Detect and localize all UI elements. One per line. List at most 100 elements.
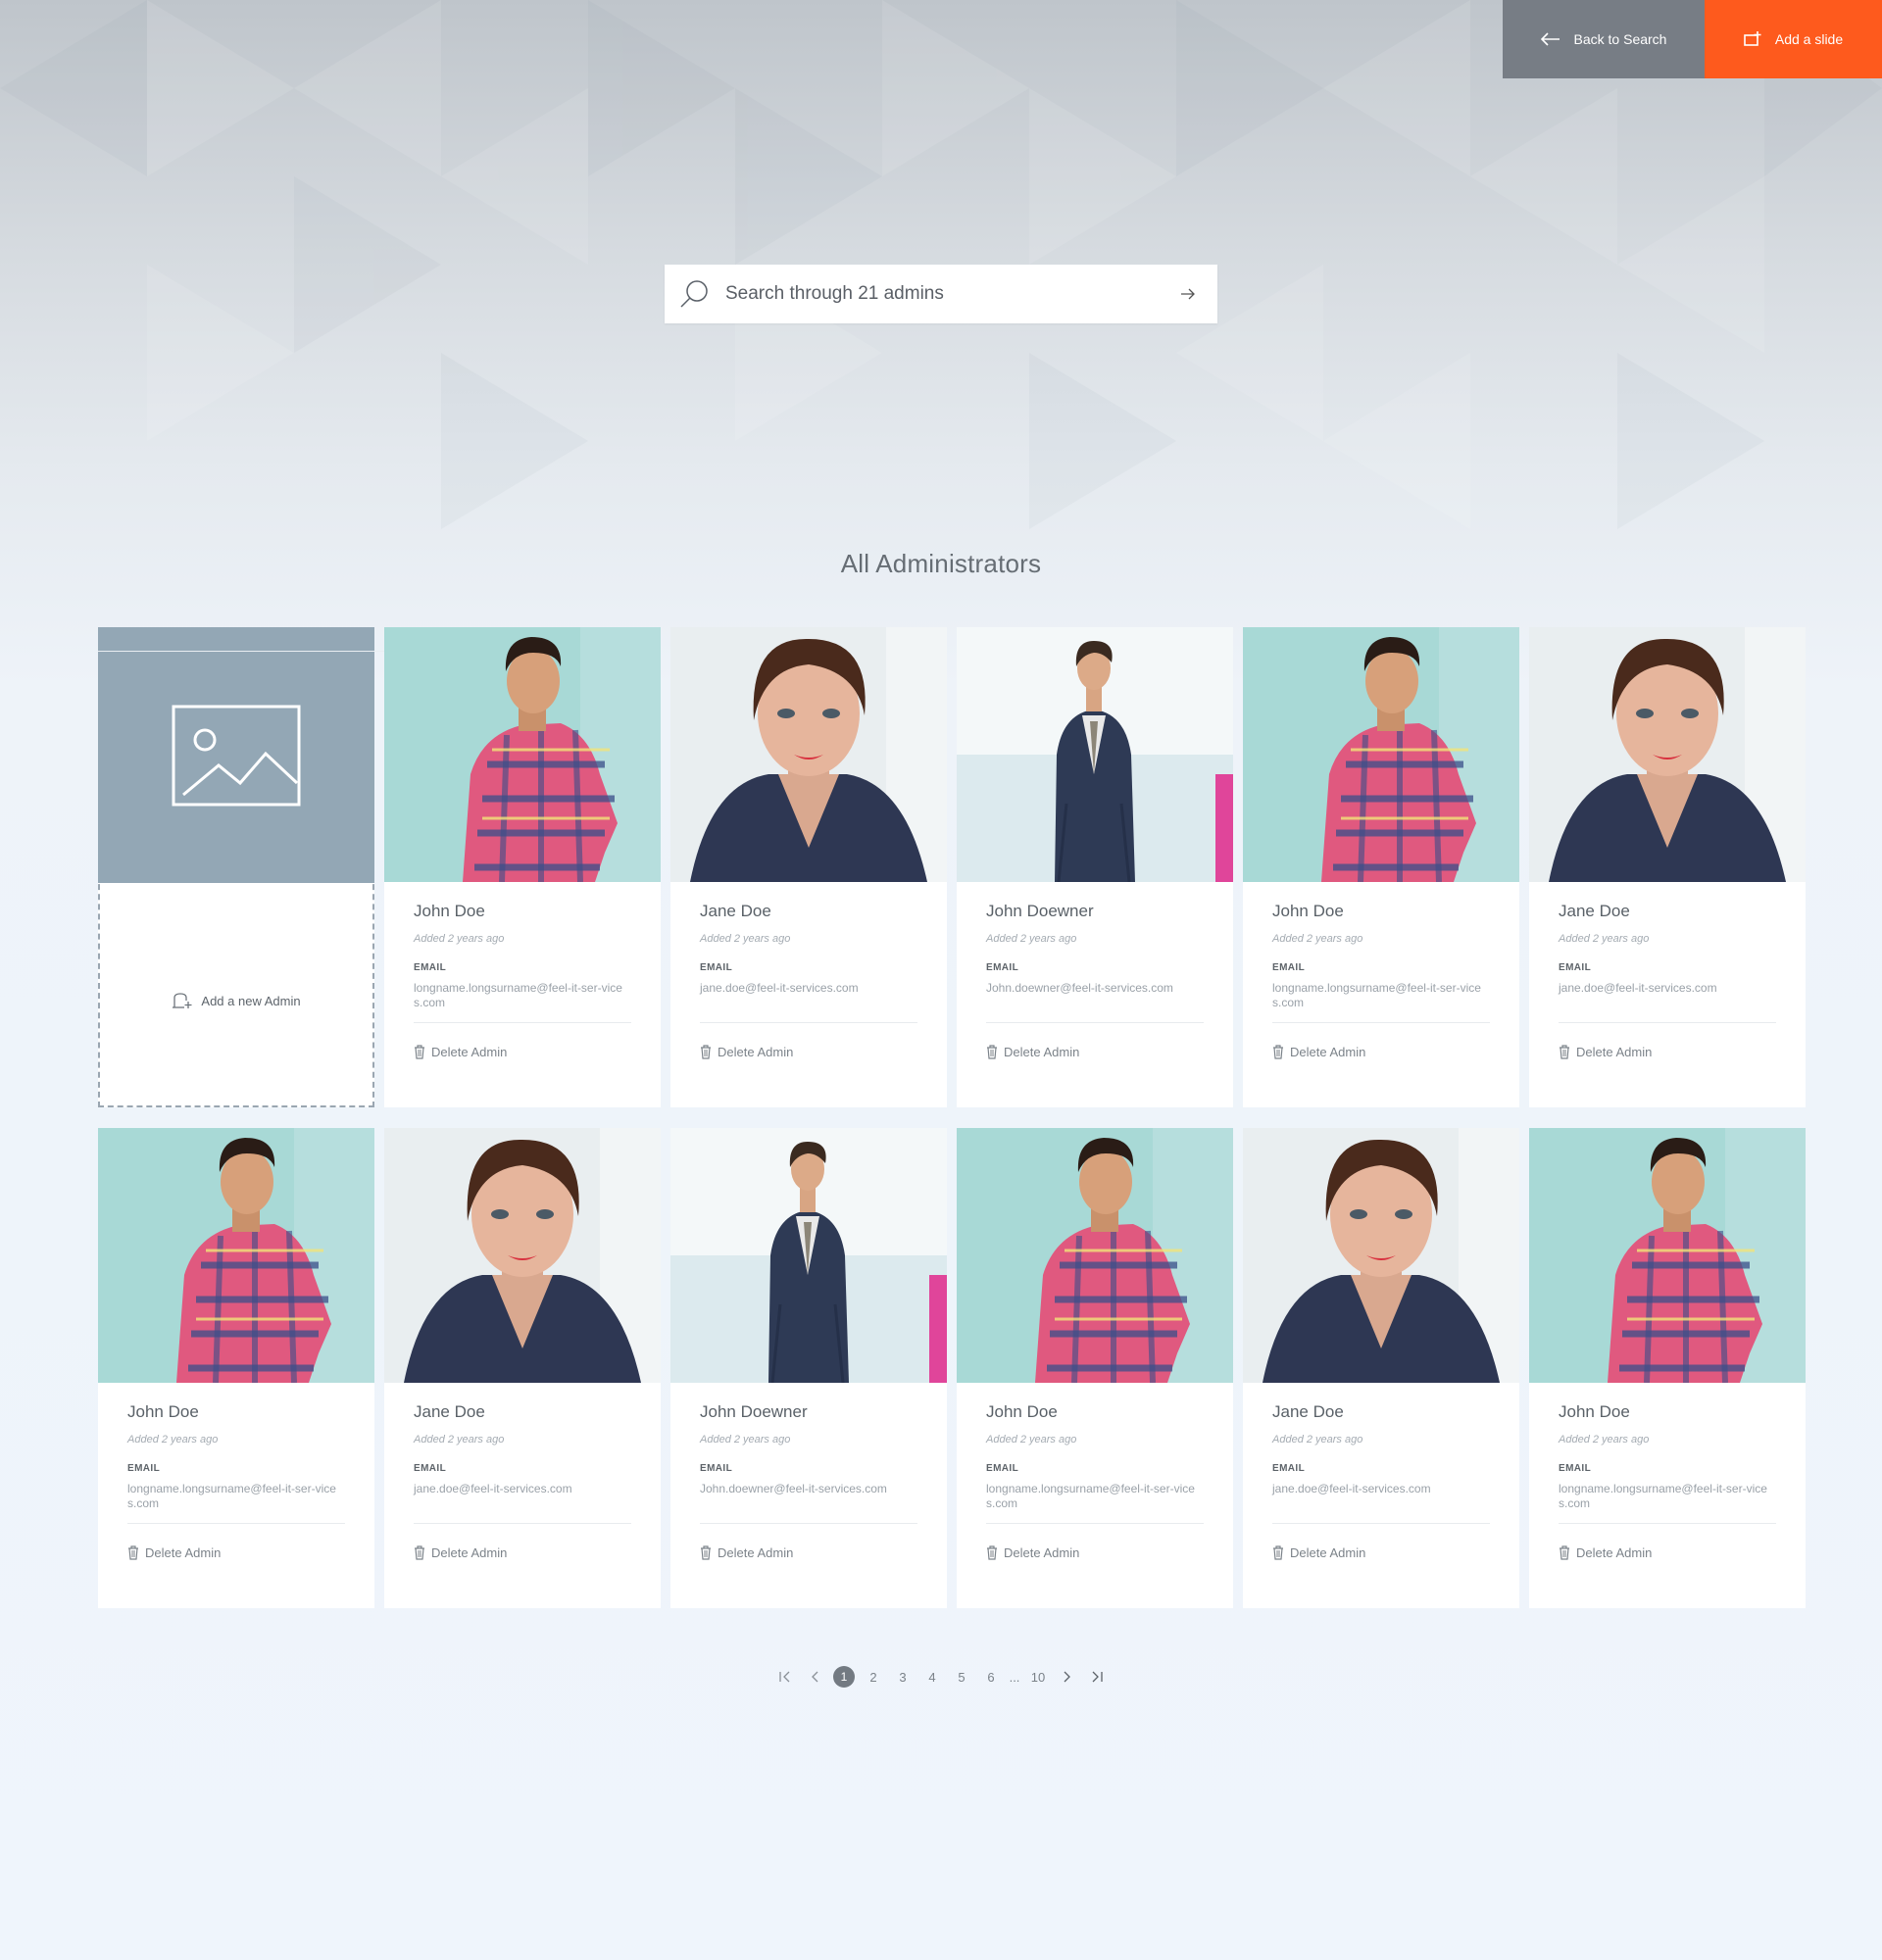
page-button[interactable]: 3 (888, 1666, 917, 1688)
admin-info: Jane Doe Added 2 years ago EMAIL jane.do… (384, 1402, 661, 1561)
section-title: All Administrators (840, 549, 1042, 578)
admin-email: John.doewner@feel-it-services.com (986, 981, 1173, 995)
admin-card[interactable]: Jane Doe Added 2 years ago EMAIL jane.do… (384, 1128, 661, 1608)
page-number: 3 (899, 1669, 907, 1685)
delete-admin-button[interactable]: Delete Admin (986, 1043, 1204, 1060)
admin-card[interactable]: John Doe Added 2 years ago EMAIL longnam… (98, 1128, 374, 1608)
email-label: EMAIL (1272, 962, 1306, 973)
email-label: EMAIL (414, 962, 447, 973)
next-page-button[interactable] (1053, 1666, 1082, 1688)
delete-admin-label: Delete Admin (718, 1544, 794, 1560)
page-button-last[interactable]: 10 (1023, 1666, 1053, 1688)
admin-photo-frame (1243, 1128, 1519, 1383)
admin-photo-frame (384, 627, 661, 882)
admin-info: John Doe Added 2 years ago EMAIL longnam… (957, 1402, 1233, 1561)
divider (700, 1022, 917, 1023)
admin-card[interactable]: Jane Doe Added 2 years ago EMAIL jane.do… (1529, 627, 1806, 1107)
image-placeholder-icon (172, 705, 301, 806)
email-label: EMAIL (414, 1463, 447, 1474)
admin-photo-frame (1529, 1128, 1806, 1383)
page-button[interactable]: 1 (829, 1666, 859, 1688)
prev-page-button[interactable] (800, 1666, 829, 1688)
admin-photo (384, 1128, 661, 1383)
delete-admin-label: Delete Admin (1004, 1544, 1080, 1560)
back-to-search-label: Back to Search (1573, 31, 1667, 47)
delete-admin-button[interactable]: Delete Admin (1559, 1544, 1776, 1561)
admin-name: Jane Doe (1272, 1402, 1344, 1421)
trash-icon (1273, 1044, 1283, 1059)
add-new-admin-label: Add a new Admin (201, 993, 301, 1008)
admin-added-date: Added 2 years ago (1559, 933, 1650, 945)
pagination: 1 2 3 4 5 6... 10 (0, 1666, 1882, 1688)
delete-admin-button[interactable]: Delete Admin (127, 1544, 345, 1561)
email-label: EMAIL (986, 1463, 1019, 1474)
admin-photo (1529, 627, 1806, 882)
admin-card[interactable]: John Doewner Added 2 years ago EMAIL Joh… (957, 627, 1233, 1107)
add-slide-button[interactable]: Add a slide (1705, 0, 1882, 78)
trash-icon (415, 1544, 424, 1560)
delete-admin-button[interactable]: Delete Admin (414, 1544, 631, 1561)
admin-photo-frame (670, 627, 947, 882)
last-page-button[interactable] (1082, 1666, 1112, 1688)
admin-email: jane.doe@feel-it-services.com (1272, 1482, 1431, 1495)
email-label: EMAIL (127, 1463, 161, 1474)
delete-admin-button[interactable]: Delete Admin (1272, 1544, 1490, 1561)
add-admin-card[interactable]: Add a new Admin (98, 627, 431, 1107)
delete-admin-button[interactable]: Delete Admin (1559, 1043, 1776, 1060)
delete-admin-button[interactable]: Delete Admin (986, 1544, 1204, 1561)
admin-info: John Doe Added 2 years ago EMAIL longnam… (1529, 1402, 1806, 1561)
page-button[interactable]: 4 (917, 1666, 947, 1688)
admin-name: John Doe (414, 902, 485, 920)
first-page-button[interactable] (770, 1666, 800, 1688)
admin-photo (1243, 1128, 1519, 1383)
admin-name: John Doe (1272, 902, 1344, 920)
admin-photo-frame (957, 627, 1233, 882)
email-label: EMAIL (1559, 1463, 1592, 1474)
delete-admin-label: Delete Admin (431, 1544, 508, 1560)
admin-card[interactable]: John Doe Added 2 years ago EMAIL longnam… (1529, 1128, 1806, 1608)
admin-info: John Doewner Added 2 years ago EMAIL Joh… (670, 1402, 947, 1561)
admin-email: longname.longsurname@feel-it-ser-vices.c… (127, 1482, 336, 1510)
back-to-search-button[interactable]: Back to Search (1503, 0, 1705, 78)
admin-email: longname.longsurname@feel-it-ser-vices.c… (986, 1482, 1195, 1510)
trash-icon (415, 1044, 424, 1059)
page-button[interactable]: 2 (859, 1666, 888, 1688)
divider (1272, 1022, 1490, 1023)
page-number: 10 (1030, 1669, 1046, 1685)
delete-admin-label: Delete Admin (431, 1044, 508, 1059)
delete-admin-label: Delete Admin (1576, 1044, 1653, 1059)
admin-info: John Doewner Added 2 years ago EMAIL Joh… (957, 902, 1233, 1060)
delete-admin-button[interactable]: Delete Admin (1272, 1043, 1490, 1060)
admin-email: longname.longsurname@feel-it-ser-vices.c… (1559, 1482, 1767, 1510)
admin-card[interactable]: John Doe Added 2 years ago EMAIL longnam… (957, 1128, 1233, 1608)
search-input[interactable] (725, 283, 1178, 305)
delete-admin-button[interactable]: Delete Admin (414, 1043, 631, 1060)
admin-photo-frame (384, 1128, 661, 1383)
image-placeholder (98, 627, 374, 883)
page-button[interactable]: 5 (947, 1666, 976, 1688)
add-new-admin-link[interactable]: Add a new Admin (100, 992, 372, 1009)
arrow-left-icon (1540, 32, 1560, 46)
trash-icon (987, 1044, 997, 1059)
add-slide-icon (1744, 31, 1761, 46)
delete-admin-button[interactable]: Delete Admin (700, 1544, 917, 1561)
first-page-icon (779, 1671, 790, 1683)
page-ellipsis: ... (1009, 1669, 1020, 1685)
admin-name: John Doewner (986, 902, 1094, 920)
arrow-right-icon[interactable] (1178, 284, 1198, 304)
admin-added-date: Added 2 years ago (986, 933, 1077, 945)
admin-card[interactable]: John Doewner Added 2 years ago EMAIL Joh… (670, 1128, 947, 1608)
admin-card[interactable]: John Doe Added 2 years ago EMAIL longnam… (384, 627, 661, 1107)
admin-card[interactable]: Jane Doe Added 2 years ago EMAIL jane.do… (1243, 1128, 1519, 1608)
page-button[interactable]: 6 (976, 1666, 1006, 1688)
admin-info: John Doe Added 2 years ago EMAIL longnam… (1243, 902, 1519, 1060)
email-label: EMAIL (1559, 962, 1592, 973)
divider (1559, 1523, 1776, 1524)
admin-photo-frame (957, 1128, 1233, 1383)
delete-admin-button[interactable]: Delete Admin (700, 1043, 917, 1060)
email-label: EMAIL (986, 962, 1019, 973)
admin-photo (1243, 627, 1519, 882)
admin-card[interactable]: Jane Doe Added 2 years ago EMAIL jane.do… (670, 627, 947, 1107)
delete-admin-label: Delete Admin (1004, 1044, 1080, 1059)
admin-card[interactable]: John Doe Added 2 years ago EMAIL longnam… (1243, 627, 1519, 1107)
